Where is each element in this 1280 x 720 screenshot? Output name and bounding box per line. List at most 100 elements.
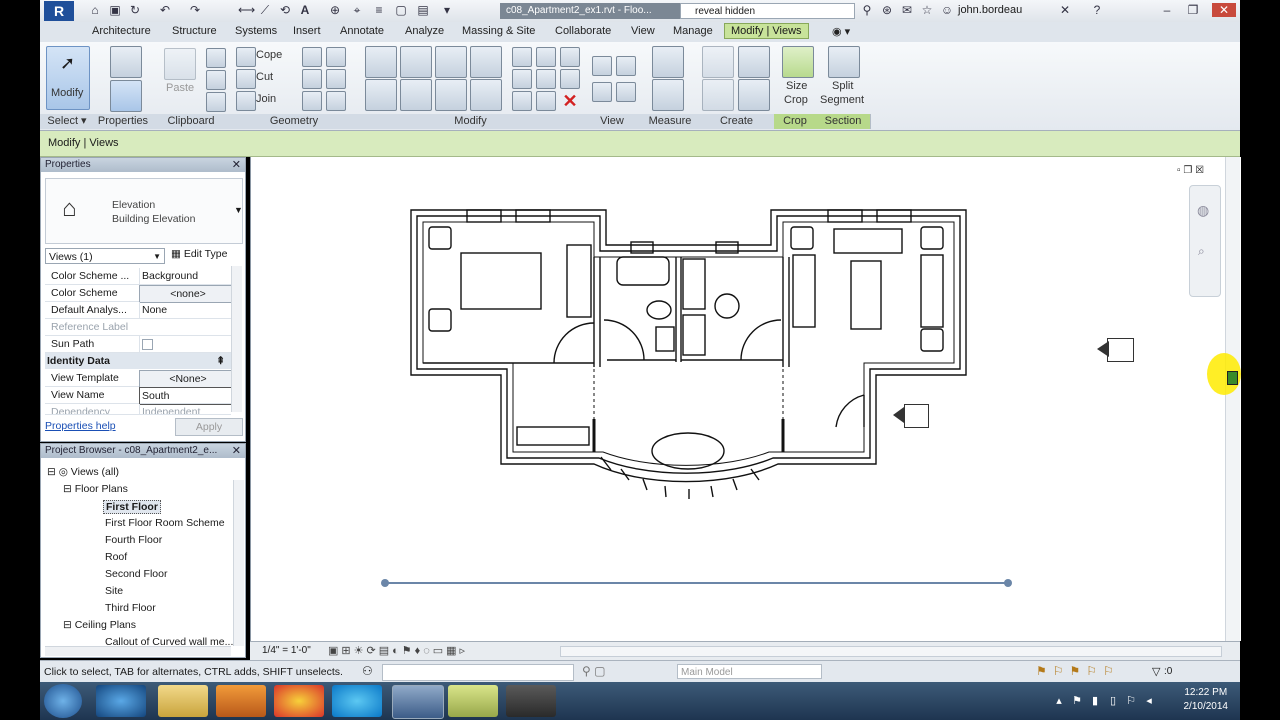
remove-paint-icon[interactable] bbox=[326, 91, 346, 111]
undo-icon[interactable]: ↶ bbox=[158, 3, 172, 17]
close-icon[interactable]: ✕ bbox=[232, 444, 241, 458]
browser-header[interactable]: Project Browser - c08_Apartment2_e... ✕ bbox=[41, 444, 245, 458]
property-value[interactable]: None bbox=[139, 302, 234, 318]
split-segment-icon[interactable] bbox=[828, 46, 860, 78]
modify-button[interactable]: ➚ Modify bbox=[46, 46, 90, 110]
measure-icon[interactable]: ⟷ bbox=[238, 3, 255, 17]
tab-view[interactable]: View bbox=[631, 25, 655, 37]
system-clock[interactable]: 12:22 PM 2/10/2014 bbox=[1184, 686, 1229, 714]
tree-ceiling-plans[interactable]: ⊟ Ceiling Plans bbox=[63, 619, 136, 631]
editable-only-icon[interactable]: ⚲ ▢ bbox=[582, 664, 605, 678]
search-input[interactable]: reveal hidden bbox=[680, 3, 855, 19]
split-segment-label-1[interactable]: Split bbox=[832, 80, 853, 92]
drawing-canvas[interactable]: ◍ ⌕ ▫ ❐ ☒ bbox=[250, 157, 1241, 641]
property-row[interactable]: View Name South bbox=[45, 387, 235, 405]
mirror-axis-icon[interactable] bbox=[435, 46, 467, 78]
minimize-window-icon[interactable]: ‒ bbox=[1160, 3, 1174, 17]
action-center-icon[interactable]: ⚑ bbox=[1070, 694, 1084, 708]
communication-icon[interactable]: ✉ bbox=[900, 3, 914, 17]
wall-joins-icon[interactable] bbox=[302, 47, 322, 67]
security-icon[interactable]: ⚐ bbox=[1124, 694, 1138, 708]
view-control-icons[interactable]: ▣⊞☀⟳▤◐⚑♦◌▭▦▹ bbox=[328, 644, 468, 657]
split-element-icon[interactable] bbox=[512, 47, 532, 67]
3d-view-icon[interactable]: ⊕ bbox=[328, 3, 342, 17]
qat-dropdown-icon[interactable]: ▾ bbox=[440, 3, 454, 17]
cut-to-clipboard-icon[interactable] bbox=[206, 48, 226, 68]
open-icon[interactable]: ⌂ bbox=[88, 3, 102, 17]
canvas-horizontal-scrollbar[interactable] bbox=[560, 646, 1222, 657]
color-scheme-button[interactable]: <none> bbox=[139, 285, 235, 303]
measure-tool-icon[interactable] bbox=[652, 46, 684, 78]
favorites-icon[interactable]: ☆ bbox=[920, 3, 934, 17]
type-properties-icon[interactable] bbox=[110, 46, 142, 78]
pin-icon[interactable] bbox=[536, 69, 556, 89]
identity-data-section[interactable]: Identity Data ⇞ bbox=[45, 353, 231, 369]
tab-annotate[interactable]: Annotate bbox=[340, 25, 384, 37]
size-crop-label-1[interactable]: Size bbox=[786, 80, 807, 92]
tab-systems[interactable]: Systems bbox=[235, 25, 277, 37]
property-row[interactable]: Color Scheme <none> bbox=[45, 285, 235, 303]
unpin-icon[interactable] bbox=[536, 47, 556, 67]
properties-help-link[interactable]: Properties help bbox=[45, 420, 116, 432]
text-icon[interactable]: A bbox=[298, 3, 312, 17]
save-icon[interactable]: ▣ bbox=[108, 3, 122, 17]
view-filter-icon[interactable] bbox=[616, 82, 636, 102]
section-icon[interactable]: ⌖ bbox=[350, 3, 364, 17]
demolish-icon[interactable] bbox=[302, 91, 322, 111]
revit-app-icon[interactable]: R bbox=[44, 1, 74, 21]
property-row[interactable]: View Template <None> bbox=[45, 370, 235, 388]
override-graphics-icon[interactable] bbox=[616, 56, 636, 76]
cope-icon[interactable] bbox=[236, 47, 256, 67]
offset-icon[interactable] bbox=[400, 46, 432, 78]
cope-label[interactable]: Cope bbox=[256, 49, 282, 61]
tab-architecture[interactable]: Architecture bbox=[92, 25, 151, 37]
close-hidden-icon[interactable]: ▢ bbox=[394, 3, 408, 17]
tree-item-third-floor[interactable]: Third Floor bbox=[105, 602, 156, 614]
floor-plan-drawing[interactable] bbox=[251, 157, 1231, 641]
group-icon[interactable] bbox=[536, 91, 556, 111]
properties-scrollbar[interactable] bbox=[231, 266, 242, 412]
close-icon[interactable]: ✕ bbox=[232, 158, 241, 172]
recorder-icon[interactable] bbox=[506, 685, 556, 717]
sync-icon[interactable]: ↻ bbox=[128, 3, 142, 17]
file-explorer-icon[interactable] bbox=[158, 685, 208, 717]
exchange-icon[interactable]: ✕ bbox=[1058, 3, 1072, 17]
binoculars-icon[interactable]: ⚲ bbox=[860, 3, 874, 17]
switch-windows-icon[interactable]: ▤ bbox=[416, 3, 430, 17]
tray-arrow-icon[interactable]: ▴ bbox=[1052, 694, 1066, 708]
redo-icon[interactable]: ↷ bbox=[188, 3, 202, 17]
browser-horizontal-scrollbar[interactable] bbox=[45, 646, 231, 656]
split-face-icon[interactable] bbox=[326, 47, 346, 67]
view-name-input[interactable]: South bbox=[139, 387, 235, 405]
move-icon[interactable] bbox=[365, 79, 397, 111]
tree-item-second-floor[interactable]: Second Floor bbox=[105, 568, 167, 580]
join-roof-icon[interactable] bbox=[302, 69, 322, 89]
subscription-icon[interactable]: ⊛ bbox=[880, 3, 894, 17]
property-row[interactable]: Sun Path bbox=[45, 336, 231, 355]
revit-taskbar-icon[interactable] bbox=[392, 685, 444, 719]
join-label[interactable]: Join bbox=[256, 93, 276, 105]
paint-icon[interactable] bbox=[326, 69, 346, 89]
internet-explorer-icon[interactable] bbox=[96, 685, 146, 717]
network-icon[interactable]: ▮ bbox=[1088, 694, 1102, 708]
user-name[interactable]: john.bordeau bbox=[958, 4, 1022, 16]
skype-icon[interactable] bbox=[332, 685, 382, 717]
create-similar-icon[interactable] bbox=[738, 79, 770, 111]
view-scale[interactable]: 1/4" = 1'-0" bbox=[262, 645, 311, 656]
tree-floor-plans[interactable]: ⊟ Floor Plans bbox=[63, 483, 128, 495]
property-row[interactable]: Default Analys... None bbox=[45, 302, 231, 319]
tree-item-roof[interactable]: Roof bbox=[105, 551, 127, 563]
properties-header[interactable]: Properties ✕ bbox=[41, 158, 245, 172]
delete-icon[interactable]: ✕ bbox=[560, 91, 580, 111]
tag-icon[interactable]: ⟲ bbox=[278, 3, 292, 17]
thin-lines-icon[interactable]: ≡ bbox=[372, 3, 386, 17]
type-selector[interactable]: ⌂ Elevation Building Elevation ▼ bbox=[45, 178, 243, 244]
tab-manage[interactable]: Manage bbox=[673, 25, 713, 37]
properties-icon[interactable] bbox=[110, 80, 142, 112]
help-icon[interactable]: ? bbox=[1090, 3, 1104, 17]
property-value[interactable]: Background bbox=[139, 268, 234, 284]
tab-structure[interactable]: Structure bbox=[172, 25, 217, 37]
media-player-icon[interactable] bbox=[216, 685, 266, 717]
selection-filter-icons[interactable]: ⚑⚐⚑⚐⚐ bbox=[1036, 664, 1120, 678]
trim-multiple-icon[interactable] bbox=[560, 47, 580, 67]
